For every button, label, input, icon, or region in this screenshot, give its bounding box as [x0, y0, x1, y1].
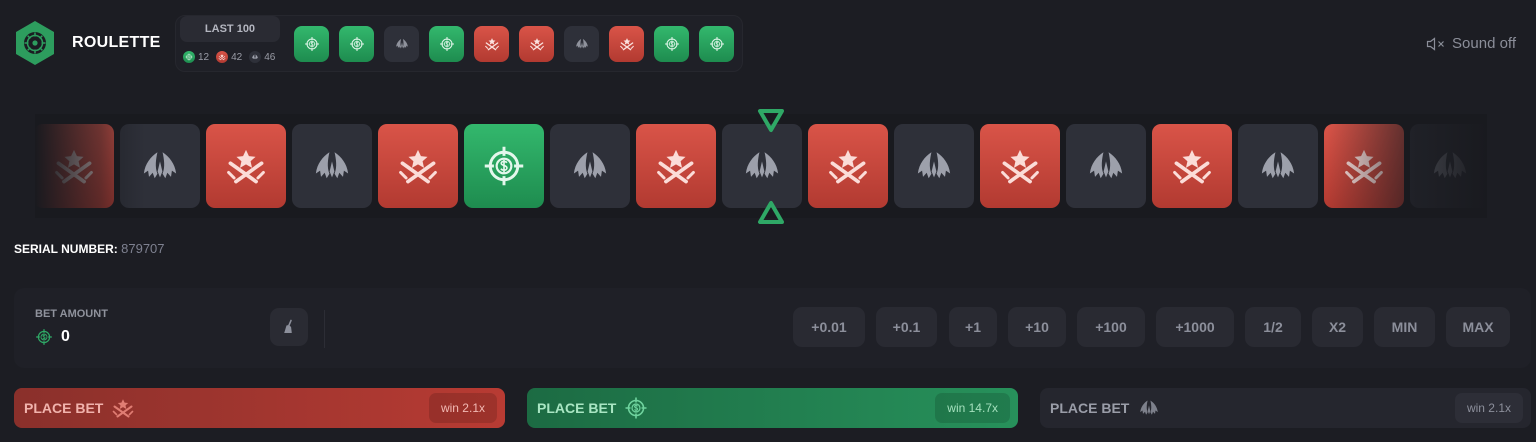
history-result-green [294, 26, 329, 62]
bet-panel [14, 288, 1531, 368]
reel-tile-red [378, 124, 458, 208]
red-count: 42 [231, 51, 243, 63]
red-count-icon [216, 51, 229, 63]
quick-bet-button[interactable]: +100 [1077, 307, 1145, 347]
clear-bet-button[interactable] [270, 308, 308, 346]
target-coin-icon [439, 36, 455, 52]
place-bet-label: PLACE BET [537, 400, 617, 416]
quick-bet-button[interactable]: +0.01 [793, 307, 865, 347]
history-result-green [654, 26, 689, 62]
quick-bet-button[interactable]: MAX [1446, 307, 1510, 347]
win-multiplier-badge: win 2.1x [1454, 393, 1523, 423]
serial-number: SERIAL NUMBER: 879707 [14, 241, 165, 256]
green-count: 12 [198, 51, 210, 63]
reel-tile-red [808, 124, 888, 208]
wings-icon [1137, 396, 1161, 420]
reel-tile-gray [1066, 124, 1146, 208]
target-coin-icon [304, 36, 320, 52]
reel-tile-red [636, 124, 716, 208]
place-bet-red-button[interactable]: PLACE BET win 2.1x [14, 388, 505, 428]
gray-count-icon [249, 51, 262, 63]
place-bet-label: PLACE BET [1050, 400, 1130, 416]
reel-tile-green [464, 124, 544, 208]
reel-tile-red [1152, 124, 1232, 208]
last-100-label: LAST 100 [180, 16, 280, 42]
quick-bet-button[interactable]: X2 [1312, 307, 1363, 347]
speaker-muted-icon [1426, 36, 1444, 51]
star-swords-icon [654, 144, 698, 188]
place-bet-gray-button[interactable]: PLACE BET win 2.1x [1040, 388, 1531, 428]
target-coin-icon [664, 36, 680, 52]
quick-bet-button[interactable]: 1/2 [1245, 307, 1301, 347]
target-coin-icon [482, 144, 526, 188]
sound-toggle[interactable]: Sound off [1426, 35, 1516, 52]
target-coin-icon [624, 396, 648, 420]
quick-bet-button[interactable]: MIN [1374, 307, 1435, 347]
history-result-green [429, 26, 464, 62]
quick-bet-button[interactable]: +10 [1008, 307, 1066, 347]
star-swords-icon [111, 396, 135, 420]
serial-value: 879707 [121, 241, 165, 256]
wings-icon [1137, 396, 1161, 420]
reel-marker-top-icon [757, 108, 785, 134]
reel-tile-gray [1238, 124, 1318, 208]
reel-tile-gray [550, 124, 630, 208]
reel-tile-gray [292, 124, 372, 208]
target-coin-icon [709, 36, 725, 52]
reel-tile-gray [894, 124, 974, 208]
wings-icon [740, 144, 784, 188]
wings-icon [310, 144, 354, 188]
bet-amount-input[interactable]: 0 [35, 328, 70, 346]
star-swords-icon [826, 144, 870, 188]
history-result-red [519, 26, 554, 62]
history-result-red [474, 26, 509, 62]
roulette-logo-icon [14, 20, 56, 66]
star-swords-icon [998, 144, 1042, 188]
quick-bet-button[interactable]: +1 [949, 307, 997, 347]
wings-icon [574, 36, 590, 52]
star-swords-icon [1170, 144, 1214, 188]
broom-icon [284, 319, 292, 333]
star-swords-icon [529, 36, 545, 52]
reel-fade-left [35, 114, 145, 218]
bet-amount-label: BET AMOUNT [35, 308, 108, 320]
history-result-green [699, 26, 734, 62]
green-count-icon [183, 51, 195, 63]
wings-icon [1256, 144, 1300, 188]
target-coin-icon [349, 36, 365, 52]
coin-icon [35, 328, 53, 346]
wings-icon [394, 36, 410, 52]
reel-tile-red [206, 124, 286, 208]
history-result-red [609, 26, 644, 62]
win-multiplier-badge: win 2.1x [428, 393, 497, 423]
reel-marker-bottom-icon [757, 199, 785, 225]
star-swords-icon [396, 144, 440, 188]
quick-bet-button[interactable]: +1000 [1156, 307, 1234, 347]
reel-tile-gray [722, 124, 802, 208]
history-result-gray [384, 26, 419, 62]
gray-count: 46 [264, 51, 276, 63]
wings-icon [568, 144, 612, 188]
divider [324, 310, 325, 348]
star-swords-icon [619, 36, 635, 52]
serial-label: SERIAL NUMBER: [14, 242, 118, 256]
page-title: ROULETTE [72, 34, 161, 51]
quick-bet-button[interactable]: +0.1 [876, 307, 937, 347]
wings-icon [1084, 144, 1128, 188]
win-multiplier-badge: win 14.7x [935, 393, 1010, 423]
target-coin-icon [624, 396, 648, 420]
history-result-green [339, 26, 374, 62]
star-swords-icon [111, 396, 135, 420]
reel-fade-right [1327, 114, 1487, 218]
star-swords-icon [224, 144, 268, 188]
history-counts: 12 42 46 [183, 51, 279, 63]
sound-label: Sound off [1452, 35, 1516, 52]
star-swords-icon [484, 36, 500, 52]
wings-icon [912, 144, 956, 188]
history-result-gray [564, 26, 599, 62]
place-bet-label: PLACE BET [24, 400, 104, 416]
reel-tile-red [980, 124, 1060, 208]
bet-amount-value: 0 [61, 328, 70, 345]
place-bet-green-button[interactable]: PLACE BET win 14.7x [527, 388, 1018, 428]
